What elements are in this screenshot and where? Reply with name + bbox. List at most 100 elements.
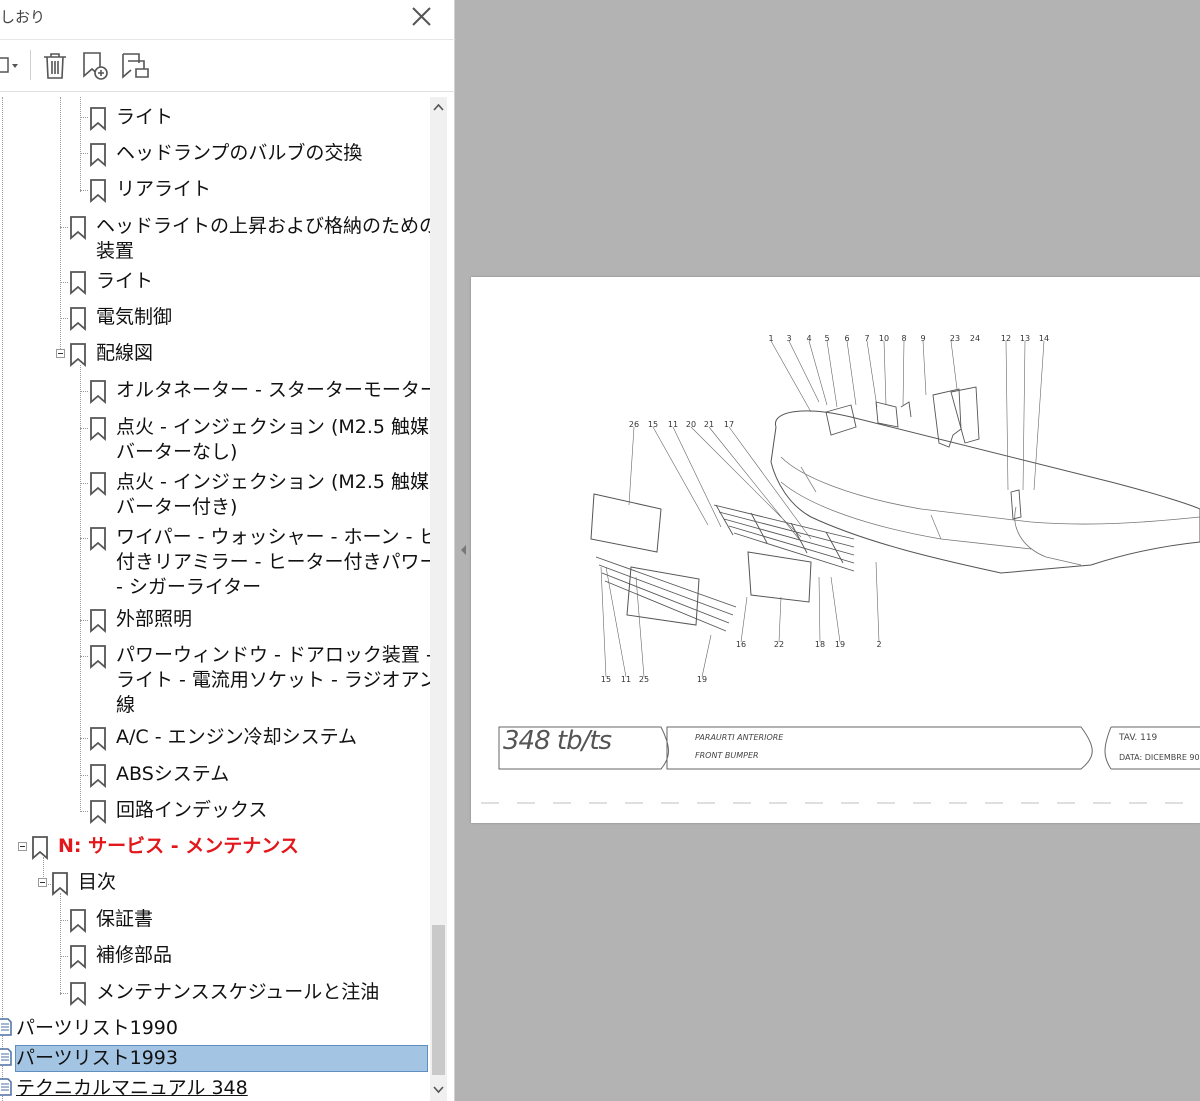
bookmarks-scrollbar[interactable] bbox=[430, 97, 447, 1101]
callout-number: 13 bbox=[1020, 334, 1030, 343]
document-item-parts-1990[interactable]: パーツリスト1990 bbox=[0, 1015, 420, 1042]
bookmark-label-line2: 付きリアミラー - ヒーター付きパワーミラー bbox=[116, 551, 430, 573]
bookmark-label-line2: ライト - 電流用ソケット - ラジオアンテナ bbox=[116, 669, 430, 691]
bookmark-icon bbox=[32, 836, 48, 860]
document-table-number: TAV. 119 bbox=[1119, 733, 1158, 743]
bookmark-label-line2: バーターなし) bbox=[116, 441, 238, 463]
collapse-toggle-icon[interactable] bbox=[18, 842, 27, 851]
callout-number: 5 bbox=[824, 334, 829, 343]
bookmark-icon bbox=[70, 343, 86, 367]
bookmark-item[interactable]: ヘッドランプのバルブの交換 bbox=[86, 141, 416, 169]
bookmark-label: 電気制御 bbox=[96, 306, 173, 328]
bookmark-label: リアライト bbox=[116, 178, 212, 200]
bookmark-label: N: サービス - メンテナンス bbox=[58, 835, 299, 857]
callout-number: 26 bbox=[629, 420, 639, 429]
bookmark-icon bbox=[70, 307, 86, 331]
bookmark-label: 配線図 bbox=[96, 342, 154, 364]
bookmark-icon bbox=[90, 800, 106, 824]
bookmark-item[interactable]: A/C - エンジン冷却システム bbox=[86, 725, 416, 753]
callout-number: 23 bbox=[950, 334, 960, 343]
document-icon bbox=[0, 1018, 12, 1036]
new-bookmark-icon[interactable] bbox=[78, 49, 112, 83]
bookmark-label: A/C - エンジン冷却システム bbox=[116, 726, 358, 748]
bookmark-item[interactable]: ライト bbox=[66, 269, 406, 297]
bookmark-item[interactable]: 保証書 bbox=[66, 907, 406, 935]
bookmark-item[interactable]: オルタネーター - スターターモーター bbox=[86, 378, 430, 406]
bookmark-label: 保証書 bbox=[96, 908, 154, 930]
bookmark-icon bbox=[52, 872, 68, 896]
bookmark-icon bbox=[90, 727, 106, 751]
bookmark-label: ヘッドランプのバルブの交換 bbox=[116, 142, 363, 164]
callout-number: 15 bbox=[601, 675, 611, 684]
document-label: パーツリスト1993 bbox=[16, 1047, 178, 1069]
bookmark-item[interactable]: ライト bbox=[86, 105, 416, 133]
callout-number: 17 bbox=[724, 420, 734, 429]
bookmark-icon bbox=[90, 380, 106, 404]
close-icon[interactable] bbox=[406, 2, 436, 32]
callout-number: 16 bbox=[736, 640, 746, 649]
bookmark-item[interactable]: 補修部品 bbox=[66, 943, 406, 971]
options-menu-icon[interactable] bbox=[0, 49, 34, 83]
scroll-down-icon[interactable] bbox=[430, 1079, 447, 1101]
bookmark-label: ライト bbox=[116, 106, 174, 128]
bookmark-item[interactable]: メンテナンススケジュールと注油 bbox=[66, 980, 416, 1008]
document-page: 1 3 4 5 6 7 10 8 9 23 24 12 13 14 26 15 11 20 21 17 15 11 25… bbox=[471, 277, 1200, 823]
bookmark-label: ライト bbox=[96, 270, 154, 292]
bookmark-label: パワーウィンドウ - ドアロック装置 - ドーム bbox=[116, 644, 430, 666]
document-date: DATA: DICEMBRE 90 bbox=[1119, 753, 1200, 762]
bookmark-item[interactable]: 点火 - インジェクション (M2.5 触媒コン バーターなし) bbox=[86, 415, 430, 467]
bookmark-label: 補修部品 bbox=[96, 944, 173, 966]
document-item-parts-1993[interactable]: パーツリスト1993 bbox=[15, 1045, 428, 1072]
bookmark-label: 点火 - インジェクション (M2.5 触媒コン bbox=[116, 471, 430, 493]
scrollbar-thumb[interactable] bbox=[432, 925, 445, 1075]
panel-header: しおり bbox=[0, 0, 455, 40]
expand-bookmark-icon[interactable] bbox=[118, 49, 152, 83]
bookmark-icon bbox=[70, 216, 86, 240]
bookmark-icon bbox=[90, 107, 106, 131]
bookmark-label-line3: - シガーライター bbox=[116, 576, 262, 598]
bookmark-icon bbox=[90, 472, 106, 496]
callout-number: 1 bbox=[768, 334, 773, 343]
document-label: パーツリスト1990 bbox=[16, 1017, 178, 1039]
bookmark-item[interactable]: 電気制御 bbox=[66, 305, 406, 333]
bookmark-item[interactable]: 点火 - インジェクション (M2.5 触媒コン バーター付き) bbox=[86, 470, 430, 522]
document-title-en: FRONT BUMPER bbox=[695, 751, 759, 760]
callout-number: 11 bbox=[621, 675, 631, 684]
bookmark-item[interactable]: ワイパー - ウォッシャー - ホーン - ヒーター 付きリアミラー - ヒータ… bbox=[86, 525, 430, 603]
scroll-up-icon[interactable] bbox=[430, 97, 447, 119]
bookmark-item[interactable]: ABSシステム bbox=[86, 762, 416, 790]
callout-number: 12 bbox=[1001, 334, 1011, 343]
bookmark-section-n[interactable]: N: サービス - メンテナンス bbox=[16, 834, 406, 862]
callout-number: 22 bbox=[774, 640, 784, 649]
collapse-panel-icon[interactable] bbox=[458, 538, 468, 562]
bookmark-item[interactable]: リアライト bbox=[86, 177, 416, 205]
bookmark-icon bbox=[70, 945, 86, 969]
callout-number: 4 bbox=[806, 334, 811, 343]
document-item-technical-manual[interactable]: テクニカルマニュアル 348 bbox=[0, 1075, 420, 1101]
callout-number: 20 bbox=[686, 420, 696, 429]
bookmark-toolbar bbox=[0, 40, 455, 92]
bookmark-item[interactable]: パワーウィンドウ - ドアロック装置 - ドーム ライト - 電流用ソケット -… bbox=[86, 643, 430, 721]
bookmark-label-line3: 線 bbox=[116, 694, 136, 716]
bookmark-item[interactable]: ヘッドライトの上昇および格納のための緊急 装置 bbox=[66, 214, 430, 266]
callout-number: 21 bbox=[704, 420, 714, 429]
bookmark-icon bbox=[90, 645, 106, 669]
collapse-toggle-icon[interactable] bbox=[38, 878, 47, 887]
bookmark-item-expanded[interactable]: 配線図 bbox=[54, 341, 406, 369]
document-title-it: PARAURTI ANTERIORE bbox=[695, 733, 784, 742]
bookmark-item[interactable]: 外部照明 bbox=[86, 607, 416, 635]
collapse-toggle-icon[interactable] bbox=[56, 349, 65, 358]
panel-title: しおり bbox=[0, 8, 46, 26]
bookmark-item[interactable]: 回路インデックス bbox=[86, 798, 416, 826]
bookmark-label: 点火 - インジェクション (M2.5 触媒コン bbox=[116, 416, 430, 438]
bookmark-icon bbox=[70, 271, 86, 295]
trash-icon[interactable] bbox=[38, 49, 72, 83]
bookmark-icon bbox=[70, 982, 86, 1006]
bookmark-item-expanded[interactable]: 目次 bbox=[36, 870, 406, 898]
bookmark-label: ヘッドライトの上昇および格納のための緊急 bbox=[96, 215, 430, 237]
callout-number: 3 bbox=[786, 334, 791, 343]
bookmark-label: メンテナンススケジュールと注油 bbox=[96, 981, 380, 1003]
document-icon bbox=[0, 1078, 12, 1096]
bookmark-label: 回路インデックス bbox=[116, 799, 268, 821]
bookmark-label-line2: バーター付き) bbox=[116, 496, 238, 518]
